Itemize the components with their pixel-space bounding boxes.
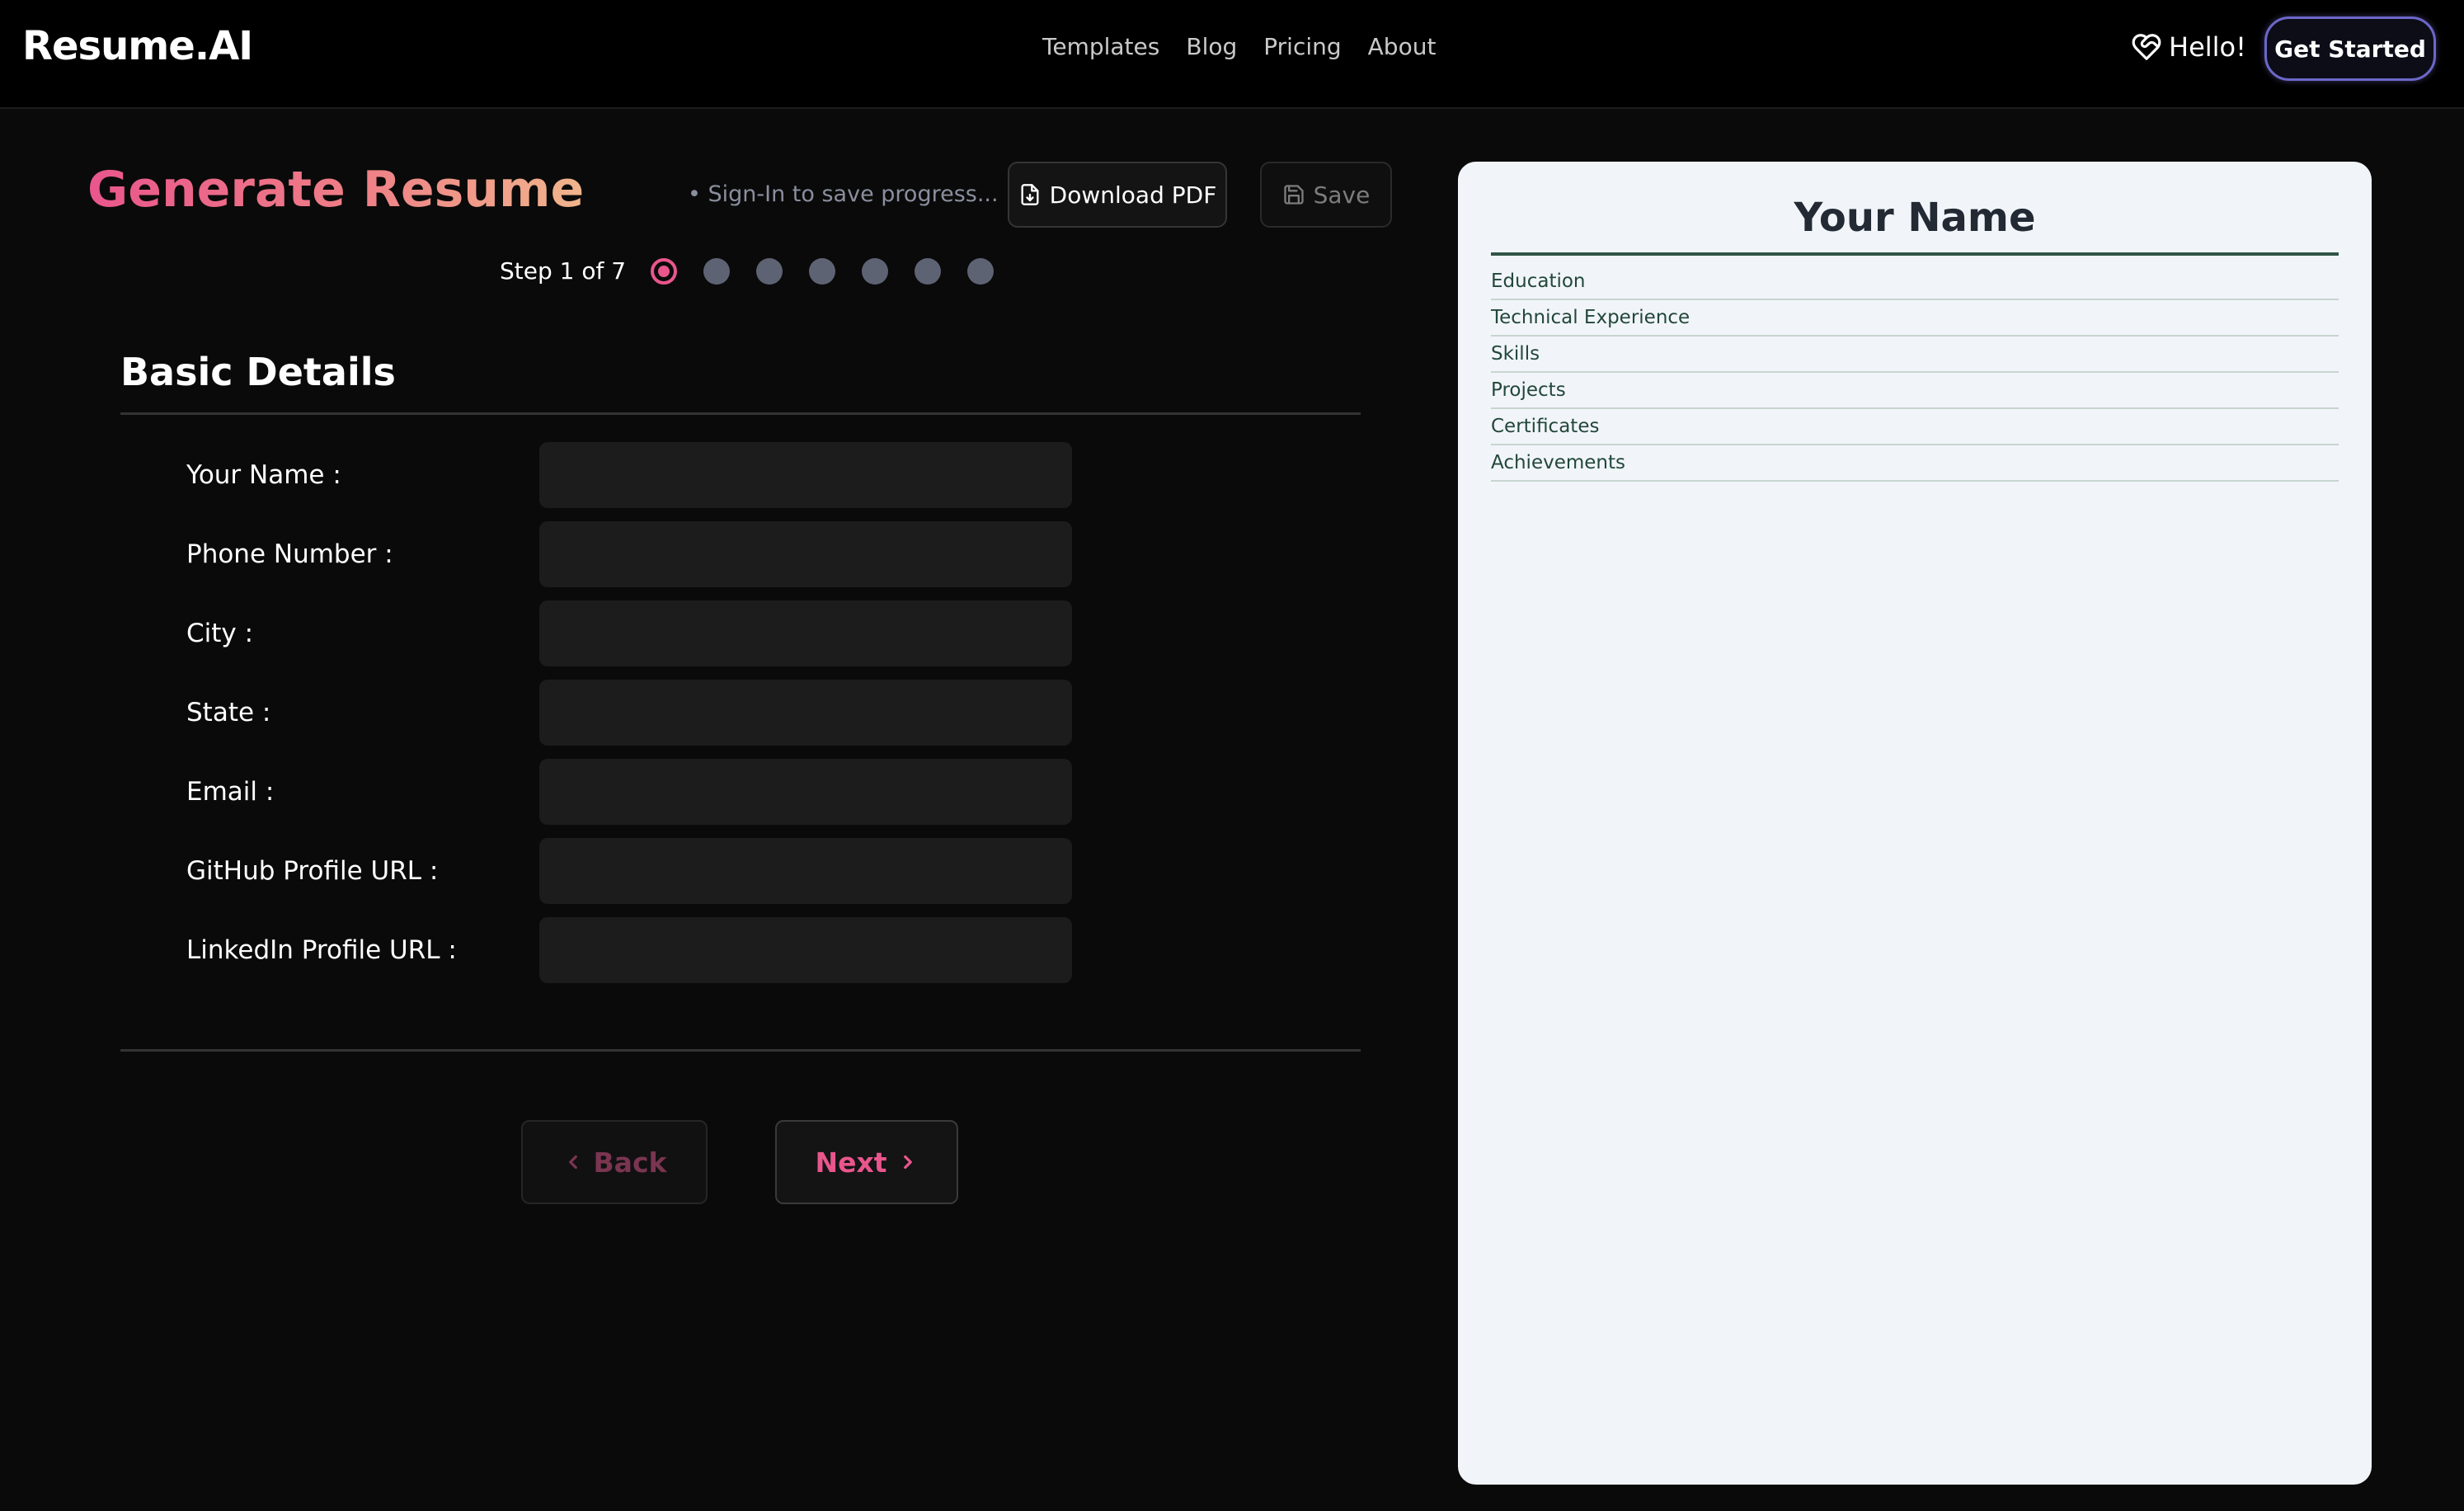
next-label: Next <box>815 1146 887 1179</box>
next-button[interactable]: Next <box>775 1120 958 1204</box>
file-download-icon <box>1021 184 1039 205</box>
preview-section-education: Education <box>1491 264 2339 300</box>
step-dot-1[interactable] <box>651 257 678 285</box>
nav-link-blog[interactable]: Blog <box>1186 33 1237 60</box>
state-input[interactable] <box>539 680 1072 746</box>
heart-handshake-icon <box>2132 34 2161 60</box>
save-icon <box>1283 185 1304 205</box>
step-dot-7[interactable] <box>967 257 995 285</box>
linkedin-url-input[interactable] <box>539 917 1072 983</box>
linkedin-url-label: LinkedIn Profile URL : <box>186 935 457 965</box>
phone-input[interactable] <box>539 521 1072 587</box>
resume-preview: Your Name Education Technical Experience… <box>1458 162 2372 1485</box>
nav-link-pricing[interactable]: Pricing <box>1263 33 1341 60</box>
preview-section-certificates: Certificates <box>1491 409 2339 445</box>
step-label: Step 1 of 7 <box>500 257 627 285</box>
step-dot-4[interactable] <box>809 257 836 285</box>
back-button[interactable]: Back <box>521 1120 708 1204</box>
github-url-input[interactable] <box>539 838 1072 904</box>
email-input[interactable] <box>539 759 1072 825</box>
name-label: Your Name : <box>186 460 341 490</box>
step-dot-6[interactable] <box>915 257 942 285</box>
github-url-label: GitHub Profile URL : <box>186 856 439 886</box>
form-row-phone: Phone Number : <box>186 521 1072 587</box>
preview-name: Your Name <box>1794 195 2036 241</box>
step-indicator: Step 1 of 7 <box>500 257 995 285</box>
step-dot-5[interactable] <box>862 257 889 285</box>
nav-link-about[interactable]: About <box>1368 33 1437 60</box>
download-pdf-button[interactable]: Download PDF <box>1008 162 1227 228</box>
form-row-email: Email : <box>186 759 1072 825</box>
nav-link-templates[interactable]: Templates <box>1042 33 1159 60</box>
form-row-name: Your Name : <box>186 442 1072 508</box>
download-pdf-label: Download PDF <box>1049 181 1217 209</box>
chevron-right-icon <box>903 1155 912 1170</box>
nav-links: Templates Blog Pricing About <box>1042 33 1436 60</box>
page-title: Generate Resume <box>87 161 585 219</box>
back-label: Back <box>593 1146 667 1179</box>
email-label: Email : <box>186 777 275 807</box>
greeting[interactable]: Hello! <box>2131 31 2246 63</box>
preview-section-achievements: Achievements <box>1491 445 2339 482</box>
save-button[interactable]: Save <box>1260 162 1392 228</box>
chevron-left-icon <box>568 1155 577 1170</box>
step-dots <box>651 257 995 285</box>
signin-note: • Sign-In to save progress... <box>688 181 999 207</box>
top-navbar: Resume.AI Templates Blog Pricing About H… <box>0 0 2464 109</box>
city-label: City : <box>186 619 254 648</box>
preview-section-list: Education Technical Experience Skills Pr… <box>1491 264 2339 482</box>
divider <box>120 412 1361 415</box>
form-row-state: State : <box>186 680 1072 746</box>
state-label: State : <box>186 698 271 727</box>
form-row-city: City : <box>186 600 1072 666</box>
greeting-text: Hello! <box>2169 31 2246 63</box>
section-title: Basic Details <box>120 350 396 394</box>
form-row-linkedin: LinkedIn Profile URL : <box>186 917 1072 983</box>
site-logo[interactable]: Resume.AI <box>22 23 253 69</box>
city-input[interactable] <box>539 600 1072 666</box>
divider <box>120 1049 1361 1052</box>
divider <box>1491 252 2339 256</box>
step-dot-2[interactable] <box>703 257 731 285</box>
get-started-button[interactable]: Get Started <box>2264 16 2436 81</box>
preview-section-projects: Projects <box>1491 373 2339 409</box>
save-label: Save <box>1313 181 1371 209</box>
preview-section-technical-experience: Technical Experience <box>1491 300 2339 337</box>
phone-label: Phone Number : <box>186 539 393 569</box>
form-row-github: GitHub Profile URL : <box>186 838 1072 904</box>
preview-section-skills: Skills <box>1491 337 2339 373</box>
step-dot-3[interactable] <box>756 257 783 285</box>
name-input[interactable] <box>539 442 1072 508</box>
